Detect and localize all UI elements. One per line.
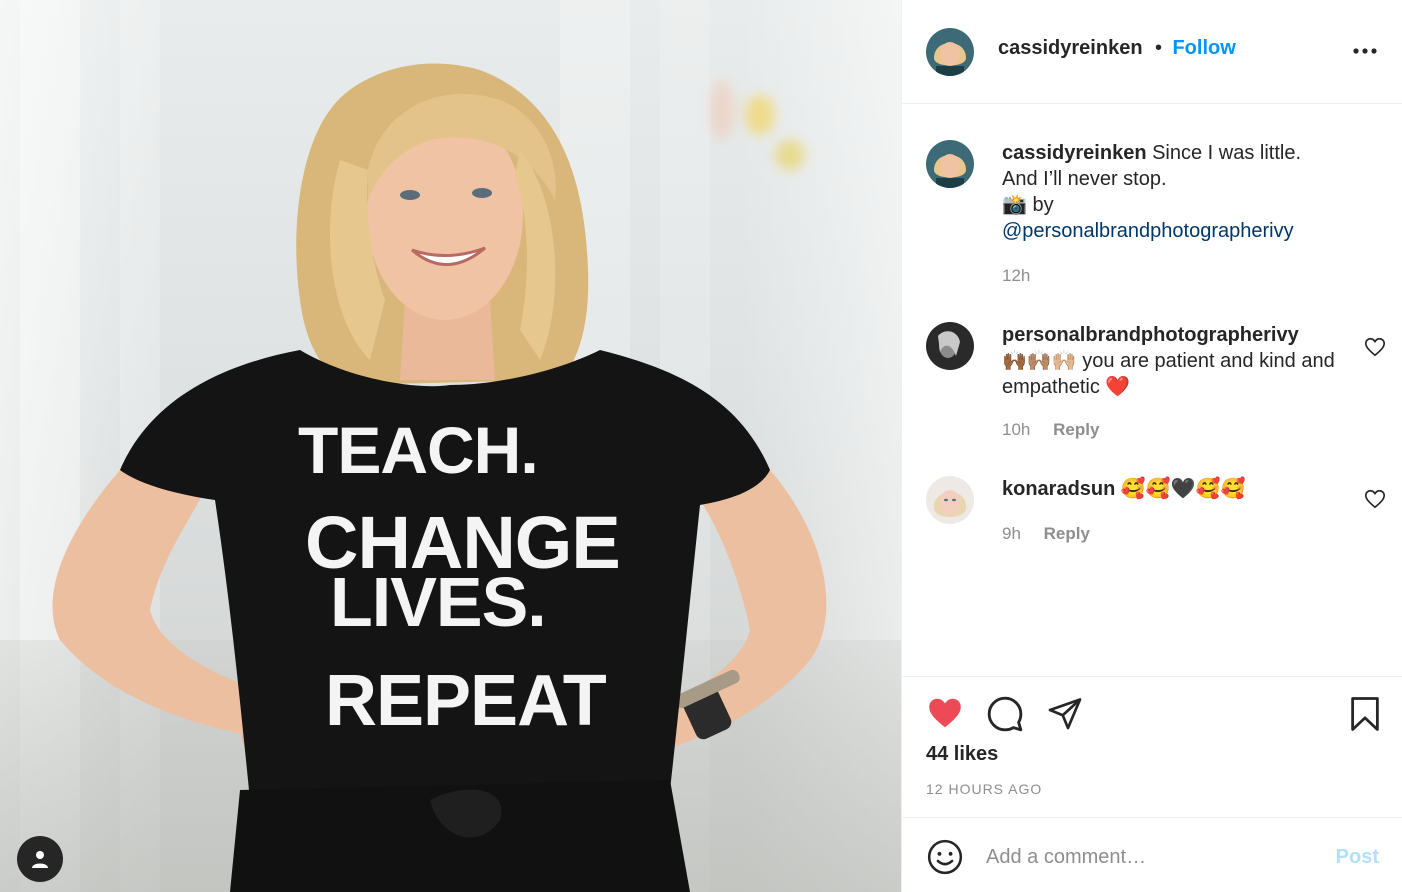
comment-bubble-icon[interactable] (986, 695, 1024, 733)
author-avatar[interactable] (926, 140, 974, 188)
comment-username[interactable]: personalbrandphotographerivy (1002, 324, 1299, 346)
comment-item: konaradsun 🥰🥰🖤🥰🥰 9h Reply (926, 476, 1386, 556)
caption-line: And I’ll never stop. (1002, 168, 1167, 190)
heart-outline-icon[interactable] (1364, 488, 1386, 510)
comment-emoji: ❤️ (1105, 376, 1131, 398)
user-tag-icon[interactable] (17, 836, 63, 882)
bookmark-icon[interactable] (1348, 695, 1382, 733)
post-comment-button[interactable]: Post (1336, 846, 1379, 869)
reply-button[interactable]: Reply (1053, 420, 1099, 439)
smiley-icon[interactable] (926, 838, 964, 876)
post-side-panel: cassidyreinken • Follow cassidyreinken S… (901, 0, 1402, 892)
header-title-row: cassidyreinken • Follow (998, 37, 1236, 60)
author-username[interactable]: cassidyreinken (998, 37, 1143, 59)
post-photo[interactable]: TEACH. CHANGE LIVES. REPEAT (0, 0, 901, 892)
heart-filled-icon[interactable] (926, 695, 964, 731)
comment-meta: 9h Reply (1002, 524, 1090, 544)
post-actions: 44 likes 12 HOURS AGO (902, 676, 1402, 817)
caption-line: 📸 by (1002, 194, 1054, 216)
follow-button[interactable]: Follow (1172, 37, 1235, 59)
comment-emoji: 🙌🏾🙌🏽🙌🏼 (1002, 350, 1077, 372)
paper-plane-icon[interactable] (1046, 695, 1084, 731)
caption-username[interactable]: cassidyreinken (1002, 142, 1147, 164)
comment-time: 10h (1002, 420, 1031, 439)
post-timestamp: 12 HOURS AGO (926, 781, 1043, 797)
commenter-avatar[interactable] (926, 476, 974, 524)
caption-line: Since I was little. (1152, 142, 1302, 164)
comment-item: personalbrandphotographerivy 🙌🏾🙌🏽🙌🏼 you … (926, 322, 1386, 442)
separator-dot: • (1154, 37, 1162, 59)
caption: cassidyreinken Since I was little. And I… (926, 140, 1386, 290)
reply-button[interactable]: Reply (1044, 524, 1090, 543)
comment-body: 🥰🥰🖤🥰🥰 (1120, 478, 1246, 500)
comment-meta: 10h Reply (1002, 420, 1099, 440)
comment-input[interactable] (986, 842, 1316, 872)
more-horizontal-icon[interactable] (1352, 38, 1378, 64)
mention-link[interactable]: @personalbrandphotographerivy (1002, 220, 1294, 242)
shirt-text-line: REPEAT (325, 661, 607, 741)
comment-text: personalbrandphotographerivy 🙌🏾🙌🏽🙌🏼 you … (1002, 322, 1347, 400)
caption-time: 12h (1002, 266, 1031, 285)
add-comment-bar: Post (902, 817, 1402, 892)
comment-time: 9h (1002, 524, 1021, 543)
caption-meta: 12h (1002, 266, 1030, 286)
comments-list: cassidyreinken Since I was little. And I… (902, 104, 1402, 676)
comment-text: konaradsun 🥰🥰🖤🥰🥰 (1002, 476, 1347, 502)
author-avatar[interactable] (926, 28, 974, 76)
caption-text: cassidyreinken Since I was little. And I… (1002, 140, 1347, 244)
shirt-text-line: TEACH. (298, 413, 539, 487)
post-header: cassidyreinken • Follow (902, 0, 1402, 104)
commenter-avatar[interactable] (926, 322, 974, 370)
likes-count[interactable]: 44 likes (926, 743, 998, 766)
shirt-text-line: LIVES. (330, 563, 547, 641)
heart-outline-icon[interactable] (1364, 336, 1386, 358)
comment-username[interactable]: konaradsun (1002, 478, 1115, 500)
